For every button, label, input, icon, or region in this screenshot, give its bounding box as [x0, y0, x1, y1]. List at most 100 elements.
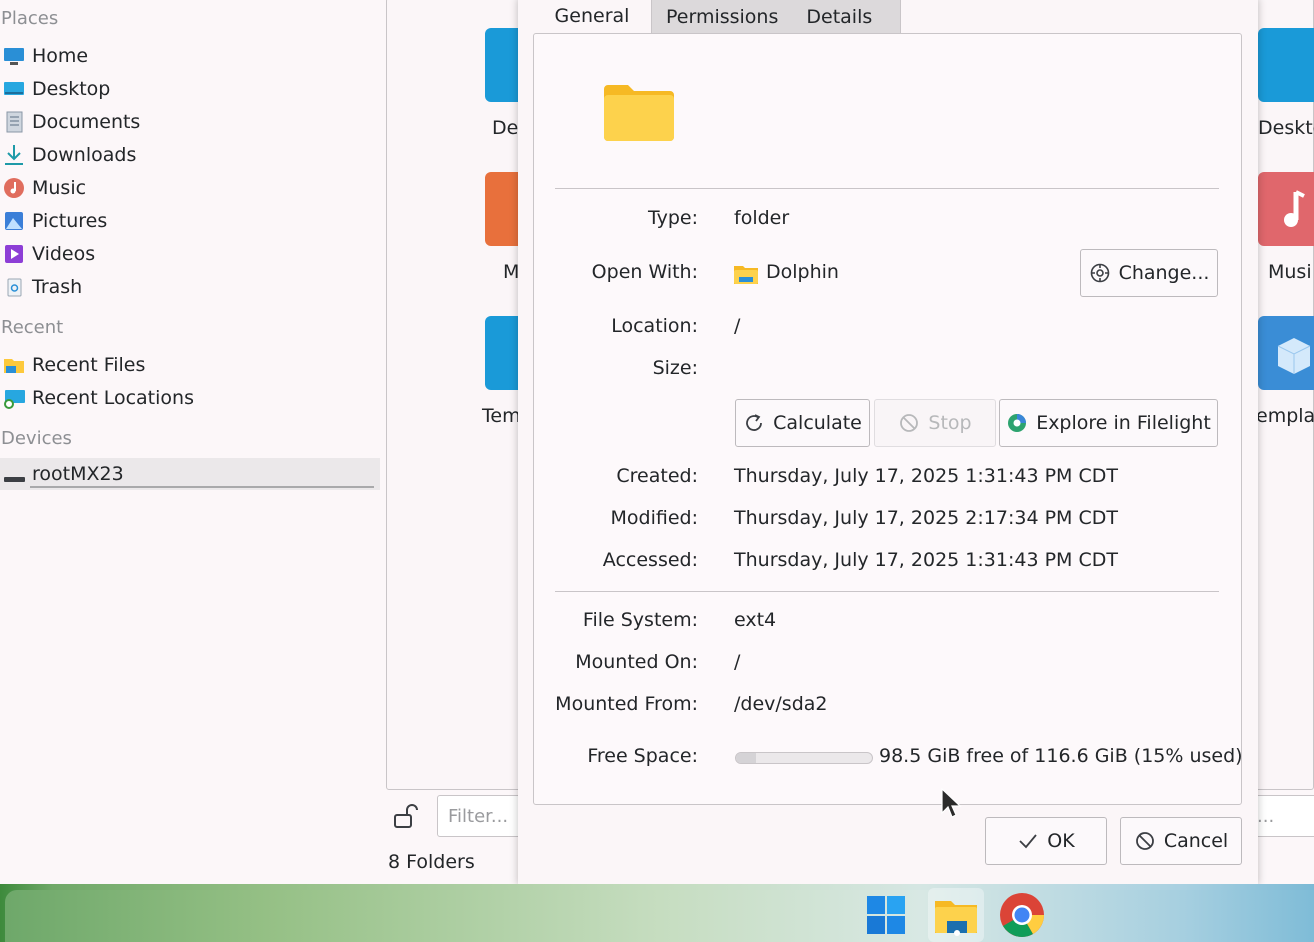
change-button-label: Change...	[1118, 262, 1210, 284]
chrome-icon[interactable]	[994, 888, 1050, 942]
home-icon	[3, 45, 25, 67]
calculate-button-label: Calculate	[773, 412, 862, 434]
mounted-from-value: /dev/sda2	[734, 693, 828, 715]
sidebar-item-label: Videos	[32, 243, 96, 265]
recent-section-title: Recent	[1, 317, 64, 338]
tab-general[interactable]: General	[533, 0, 651, 34]
sidebar-item-label: Pictures	[32, 210, 108, 232]
folder-label: De	[492, 117, 519, 139]
folder-label: Musi	[1268, 261, 1312, 283]
free-space-value: 98.5 GiB free of 116.6 GiB (15% used)	[879, 745, 1243, 767]
templates-folder-icon[interactable]	[1258, 316, 1314, 390]
mounted-from-label: Mounted From:	[555, 693, 698, 715]
taskbar	[0, 884, 1314, 942]
open-with-value: Dolphin	[766, 261, 839, 283]
tab-permissions[interactable]: Permissions	[652, 0, 792, 35]
sidebar-item-videos[interactable]: Videos	[0, 238, 380, 270]
type-label: Type:	[647, 207, 698, 229]
sidebar-item-label: rootMX23	[32, 463, 124, 485]
refresh-icon	[743, 412, 765, 434]
sidebar-item-pictures[interactable]: Pictures	[0, 205, 380, 237]
sidebar-item-downloads[interactable]: Downloads	[0, 139, 380, 171]
location-label: Location:	[611, 315, 698, 337]
cancel-button-label: Cancel	[1163, 830, 1229, 852]
explore-button-label: Explore in Filelight	[1036, 412, 1211, 434]
folder-label: Deskto	[1258, 117, 1314, 139]
sidebar-item-recent-locations[interactable]: Recent Locations	[0, 382, 380, 414]
drive-icon	[3, 463, 25, 485]
desktop-icon	[3, 78, 25, 100]
sidebar-item-label: Recent Locations	[32, 387, 194, 409]
music-folder-icon[interactable]	[1258, 172, 1314, 246]
mouse-cursor-icon	[940, 787, 962, 821]
folder-count-status: 8 Folders	[388, 851, 475, 873]
folder-label: empla	[1256, 405, 1314, 427]
folder-large-icon[interactable]	[604, 85, 674, 141]
created-value: Thursday, July 17, 2025 1:31:43 PM CDT	[734, 465, 1118, 487]
type-value: folder	[734, 207, 790, 229]
created-label: Created:	[616, 465, 698, 487]
modified-label: Modified:	[610, 507, 698, 529]
open-with-label: Open With:	[591, 261, 698, 283]
sidebar-item-label: Desktop	[32, 78, 111, 100]
sidebar-item-label: Home	[32, 45, 89, 67]
desktop-folder-icon[interactable]	[1258, 28, 1314, 102]
filesystem-value: ext4	[734, 609, 777, 631]
filelight-icon	[1006, 412, 1028, 434]
sidebar-item-recent-files[interactable]: Recent Files	[0, 349, 380, 381]
sidebar-item-documents[interactable]: Documents	[0, 106, 380, 138]
calculate-button[interactable]: Calculate	[735, 399, 870, 447]
tab-details[interactable]: Details	[792, 0, 900, 35]
size-label: Size:	[652, 357, 698, 379]
stop-icon	[898, 412, 920, 434]
tab-bar: General Permissions Details	[533, 0, 902, 35]
free-space-label: Free Space:	[587, 745, 698, 767]
places-panel: Places Home Desktop Documents Downloads …	[0, 0, 384, 884]
ok-button-label: OK	[1047, 830, 1075, 852]
documents-icon	[3, 111, 25, 133]
stop-button[interactable]: Stop	[874, 399, 996, 447]
disk-usage-fill	[736, 753, 757, 763]
stop-button-label: Stop	[928, 412, 972, 434]
inactive-tabs: Permissions Details	[651, 0, 902, 35]
cancel-icon	[1134, 830, 1156, 852]
filesystem-label: File System:	[582, 609, 698, 631]
explore-filelight-button[interactable]: Explore in Filelight	[999, 399, 1218, 447]
sidebar-item-music[interactable]: Music	[0, 172, 380, 204]
properties-dialog: General Permissions Details Type: folder…	[518, 0, 1258, 885]
location-value: /	[734, 315, 741, 337]
taskbar-frame	[5, 890, 1314, 942]
sidebar-item-home[interactable]: Home	[0, 40, 380, 72]
downloads-icon	[3, 144, 25, 166]
music-icon	[3, 177, 25, 199]
accessed-label: Accessed:	[602, 549, 698, 571]
checkmark-icon	[1017, 830, 1039, 852]
sidebar-item-label: Documents	[32, 111, 141, 133]
folder-label: M	[503, 261, 520, 283]
trash-icon	[3, 276, 25, 298]
recent-locations-icon	[3, 387, 25, 409]
sidebar-item-label: Music	[32, 177, 87, 199]
file-manager-icon[interactable]	[928, 888, 984, 942]
gear-icon	[1089, 262, 1111, 284]
devices-section-title: Devices	[1, 428, 72, 449]
sidebar-item-desktop[interactable]: Desktop	[0, 73, 380, 105]
cancel-button[interactable]: Cancel	[1120, 817, 1242, 865]
start-menu-icon[interactable]	[858, 888, 914, 942]
places-section-title: Places	[1, 8, 59, 29]
sidebar-item-trash[interactable]: Trash	[0, 271, 380, 303]
unlock-icon[interactable]	[393, 803, 419, 829]
folder-label: Tem	[482, 405, 521, 427]
ok-button[interactable]: OK	[985, 817, 1107, 865]
change-button[interactable]: Change...	[1080, 249, 1218, 297]
modified-value: Thursday, July 17, 2025 2:17:34 PM CDT	[734, 507, 1118, 529]
recent-files-icon	[3, 354, 25, 376]
videos-icon	[3, 243, 25, 265]
sidebar-item-label: Recent Files	[32, 354, 146, 376]
mounted-on-label: Mounted On:	[575, 651, 698, 673]
disk-usage-bar	[735, 752, 873, 764]
accessed-value: Thursday, July 17, 2025 1:31:43 PM CDT	[734, 549, 1118, 571]
separator	[555, 591, 1219, 592]
sidebar-item-label: Downloads	[32, 144, 137, 166]
sidebar-item-label: Trash	[32, 276, 83, 298]
